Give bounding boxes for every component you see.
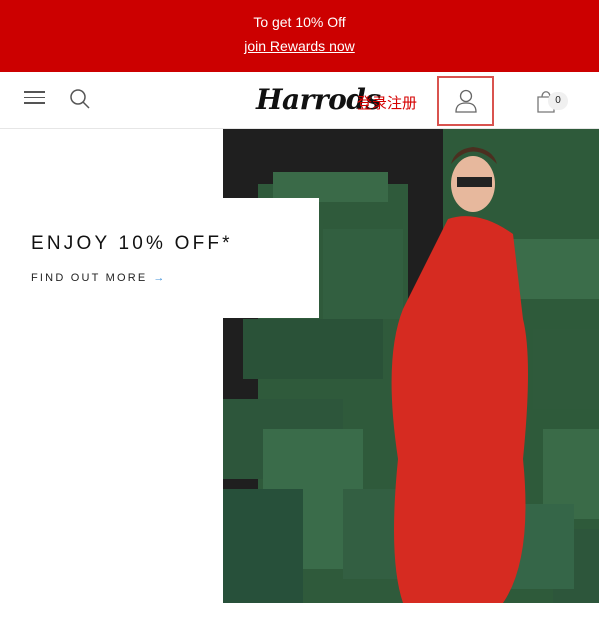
bag-count-badge: 0: [548, 92, 568, 110]
find-out-more-link[interactable]: FIND OUT MORE →: [31, 272, 167, 284]
login-register-link[interactable]: 登录注册: [357, 92, 417, 113]
promo-text: To get 10% Off: [253, 14, 346, 30]
user-icon: [455, 89, 477, 113]
promo-banner: To get 10% Off join Rewards now: [0, 0, 599, 72]
arrow-right-icon: →: [153, 272, 167, 284]
promo-card: [0, 198, 319, 318]
site-header: Harrods 登录注册 0: [0, 72, 599, 129]
hero-headline: ENJOY 10% OFF*: [31, 233, 233, 254]
find-out-more-label: FIND OUT MORE: [31, 272, 148, 284]
harrods-logo[interactable]: Harrods: [256, 76, 381, 124]
account-button[interactable]: [437, 76, 494, 126]
bottom-strip: [0, 603, 599, 624]
search-icon[interactable]: [69, 88, 91, 110]
join-rewards-link[interactable]: join Rewards now: [244, 38, 355, 54]
menu-icon[interactable]: [24, 91, 45, 107]
